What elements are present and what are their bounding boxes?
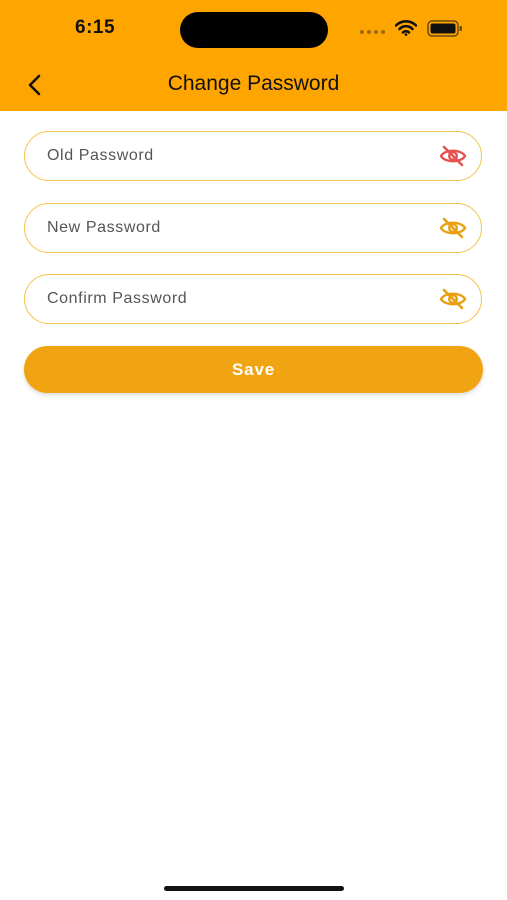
- eye-off-icon[interactable]: [439, 288, 467, 310]
- wifi-icon: [395, 20, 417, 36]
- app-header: 6:15 Change Password: [0, 0, 507, 111]
- battery-icon: [427, 20, 462, 37]
- confirm-password-field[interactable]: [24, 274, 482, 324]
- old-password-field[interactable]: [24, 131, 482, 181]
- save-button[interactable]: Save: [24, 346, 483, 393]
- confirm-password-input[interactable]: [47, 275, 427, 323]
- new-password-input[interactable]: [47, 204, 427, 252]
- eye-off-icon[interactable]: [439, 217, 467, 239]
- eye-off-icon[interactable]: [439, 145, 467, 167]
- new-password-field[interactable]: [24, 203, 482, 253]
- page-title: Change Password: [167, 72, 340, 95]
- cellular-signal-icon: [360, 30, 385, 34]
- status-time: 6:15: [75, 17, 116, 38]
- dynamic-island: [180, 12, 328, 48]
- old-password-input[interactable]: [47, 132, 427, 180]
- home-indicator: [164, 886, 344, 891]
